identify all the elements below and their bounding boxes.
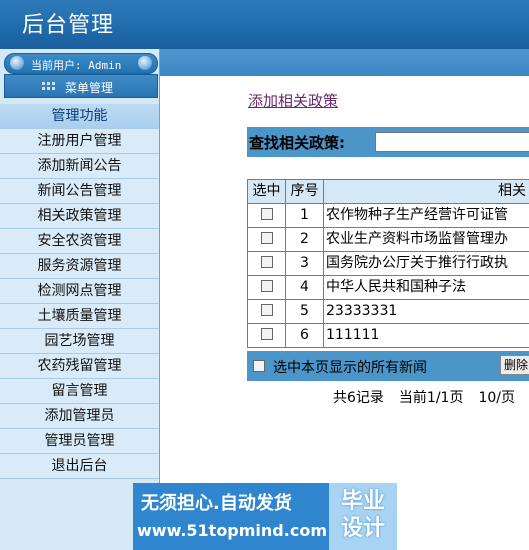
column-header-title: 相关 (324, 180, 529, 203)
select-all-bar: 选中本页显示的所有新闻 删除 (247, 351, 529, 381)
select-all-checkbox[interactable] (253, 360, 265, 372)
row-title[interactable]: 国务院办公厅关于推行行政执 (324, 252, 529, 275)
row-number: 5 (286, 300, 323, 323)
table-row: 3 国务院办公厅关于推行行政执 (248, 252, 529, 275)
row-number: 4 (286, 276, 323, 299)
menu-title-label: 菜单管理 (65, 81, 114, 95)
sidebar-item-orchard[interactable]: 园艺场管理 (0, 329, 159, 354)
menu-title-bar: 菜单管理 (4, 74, 158, 98)
delete-button[interactable]: 删除 (500, 355, 529, 375)
row-number: 3 (286, 252, 323, 275)
knob-icon (10, 56, 24, 70)
sidebar-item-soil-quality[interactable]: 土壤质量管理 (0, 304, 159, 329)
pagination: 共6记录 当前1/1页 10/页 (333, 387, 529, 407)
app-header: 后台管理 (0, 0, 529, 49)
row-number: 6 (286, 324, 323, 347)
sidebar-item-add-news[interactable]: 添加新闻公告 (0, 154, 159, 179)
row-title[interactable]: 中华人民共和国种子法 (324, 276, 529, 299)
sidebar-item-test-points[interactable]: 检测网点管理 (0, 279, 159, 304)
row-title[interactable]: 111111 (324, 324, 529, 347)
total-records: 共6记录 (333, 390, 384, 406)
row-checkbox[interactable] (260, 208, 273, 220)
page-size: 10/页 (478, 390, 515, 406)
table-row: 1 农作物种子生产经营许可证管 (248, 204, 529, 227)
row-title[interactable]: 23333331 (324, 300, 529, 323)
sidebar-item-register-users[interactable]: 注册用户管理 (0, 129, 159, 154)
row-checkbox[interactable] (260, 232, 273, 244)
row-title[interactable]: 农业生产资料市场监督管理办 (324, 228, 529, 251)
main-content: 添加相关政策 查找相关政策: 选中 序号 相关 1 农作物种子生产经营许可证管 … (161, 76, 529, 550)
sidebar-item-safe-supplies[interactable]: 安全农资管理 (0, 229, 159, 254)
watermark-badge-text: 毕业设计 (340, 489, 385, 541)
table-row: 2 农业生产资料市场监督管理办 (248, 228, 529, 251)
search-input[interactable] (375, 132, 529, 152)
search-bar: 查找相关政策: (247, 127, 529, 157)
table-row: 5 23333331 (248, 300, 529, 323)
column-header-number: 序号 (286, 180, 323, 203)
current-user-bar: 当前用户: Admin (4, 53, 158, 74)
watermark-banner: 无须担心.自动发货 www.51topmind.com 毕业设计 (133, 483, 397, 550)
add-policy-link[interactable]: 添加相关政策 (248, 90, 338, 111)
grid-icon (42, 82, 56, 92)
table-row: 4 中华人民共和国种子法 (248, 276, 529, 299)
watermark-badge: 毕业设计 (329, 483, 397, 550)
app-title: 后台管理 (22, 13, 115, 38)
table-header: 选中 序号 相关 (248, 180, 529, 203)
sidebar-item-add-admin[interactable]: 添加管理员 (0, 404, 159, 429)
sidebar-item-service-resources[interactable]: 服务资源管理 (0, 254, 159, 279)
sidebar-item-messages[interactable]: 留言管理 (0, 379, 159, 404)
current-page: 当前1/1页 (398, 390, 464, 406)
row-title[interactable]: 农作物种子生产经营许可证管 (324, 204, 529, 227)
sidebar-nav: 管理功能 注册用户管理 添加新闻公告 新闻公告管理 相关政策管理 安全农资管理 … (0, 104, 159, 479)
column-header-select: 选中 (248, 180, 285, 203)
policy-table: 选中 序号 相关 1 农作物种子生产经营许可证管 2 农业生产资料市场监督管理办… (247, 179, 529, 348)
row-checkbox[interactable] (260, 328, 273, 340)
select-all-label: 选中本页显示的所有新闻 (273, 360, 427, 376)
sidebar-item-admin-manage[interactable]: 管理员管理 (0, 429, 159, 454)
row-number: 1 (286, 204, 323, 227)
sidebar-item-logout[interactable]: 退出后台 (0, 454, 159, 479)
sidebar: 当前用户: Admin 菜单管理 管理功能 注册用户管理 添加新闻公告 新闻公告… (0, 49, 160, 550)
watermark-left: 无须担心.自动发货 www.51topmind.com (133, 483, 329, 550)
current-user-label: 当前用户: Admin (31, 59, 122, 72)
row-checkbox[interactable] (260, 304, 273, 316)
sidebar-item-policy-manage[interactable]: 相关政策管理 (0, 204, 159, 229)
watermark-slogan: 无须担心.自动发货 (141, 493, 292, 514)
search-label: 查找相关政策: (249, 134, 345, 152)
row-number: 2 (286, 228, 323, 251)
sidebar-item-news-manage[interactable]: 新闻公告管理 (0, 179, 159, 204)
sidebar-item-pesticide[interactable]: 农药残留管理 (0, 354, 159, 379)
row-checkbox[interactable] (260, 256, 273, 268)
knob-icon (138, 56, 152, 70)
table-row: 6 111111 (248, 324, 529, 347)
watermark-url: www.51topmind.com (137, 521, 327, 540)
nav-heading: 管理功能 (0, 104, 159, 129)
row-checkbox[interactable] (260, 280, 273, 292)
